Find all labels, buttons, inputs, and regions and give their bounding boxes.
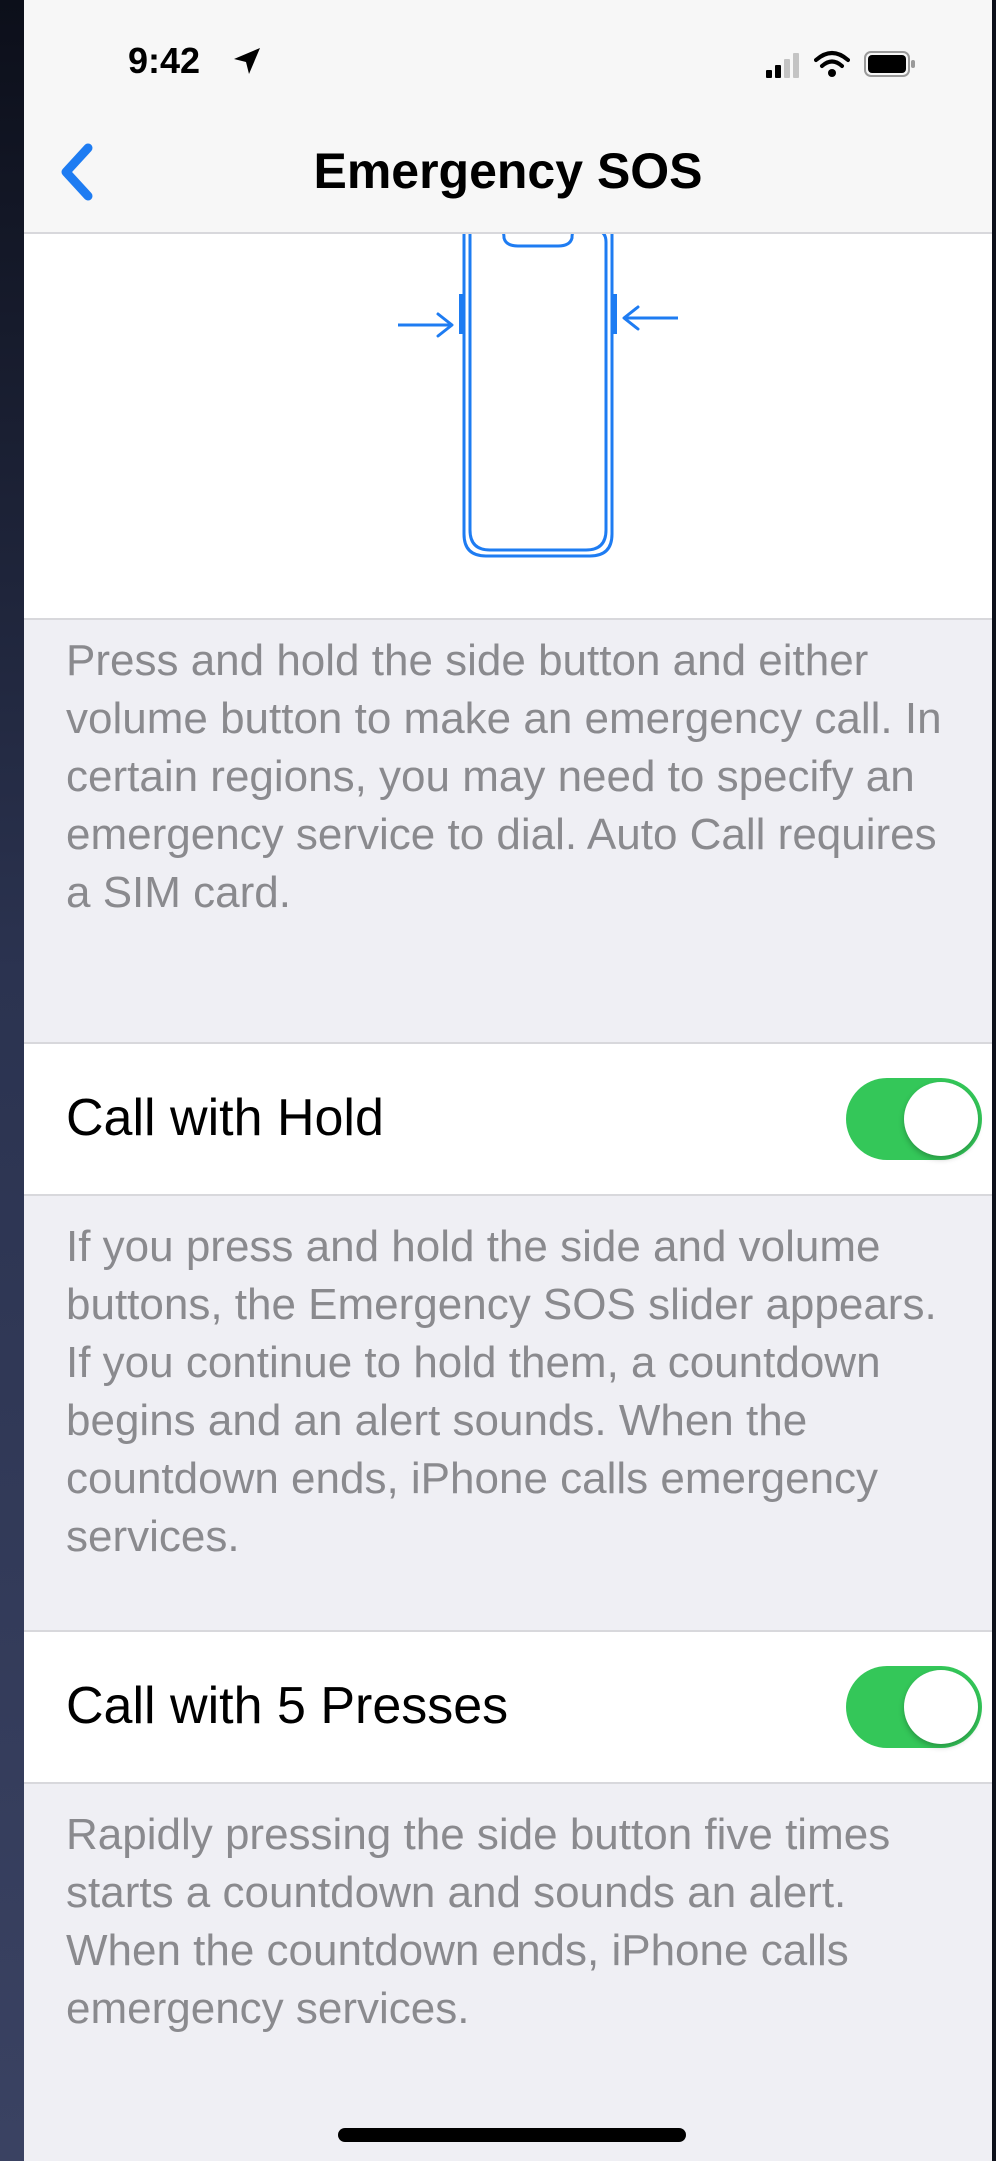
call-with-hold-footer: If you press and hold the side and volum…	[66, 1222, 937, 1561]
call-with-5-presses-footer: Rapidly pressing the side button five ti…	[66, 1810, 891, 2033]
phone-screen: 9:42 Emergency SOS Press and hold the si…	[24, 0, 992, 2161]
call-with-hold-label: Call with Hold	[66, 1089, 384, 1147]
emergency-description: Press and hold the side button and eithe…	[66, 636, 942, 917]
call-with-hold-toggle[interactable]	[846, 1078, 982, 1160]
navigation-bar: Emergency SOS	[24, 120, 992, 234]
photo-backdrop-left	[0, 0, 24, 2161]
photo-backdrop-right	[992, 0, 996, 2161]
status-time: 9:42	[128, 40, 201, 81]
call-with-5-presses-toggle[interactable]	[846, 1666, 982, 1748]
home-indicator[interactable]	[338, 2128, 686, 2142]
iphone-side-buttons-icon	[398, 234, 678, 558]
status-bar: 9:42	[24, 0, 992, 120]
call-with-5-presses-row: Call with 5 Presses	[24, 1630, 992, 1784]
location-arrow-icon	[234, 48, 260, 74]
call-with-hold-row: Call with Hold	[24, 1042, 992, 1196]
side-buttons-illustration	[24, 234, 992, 620]
toggle-knob	[904, 1670, 978, 1744]
call-with-5-presses-label: Call with 5 Presses	[66, 1677, 509, 1735]
cellular-signal-icon	[766, 53, 799, 78]
battery-icon	[864, 51, 915, 77]
wifi-icon	[814, 51, 850, 77]
page-title: Emergency SOS	[313, 143, 703, 199]
toggle-knob	[904, 1082, 978, 1156]
